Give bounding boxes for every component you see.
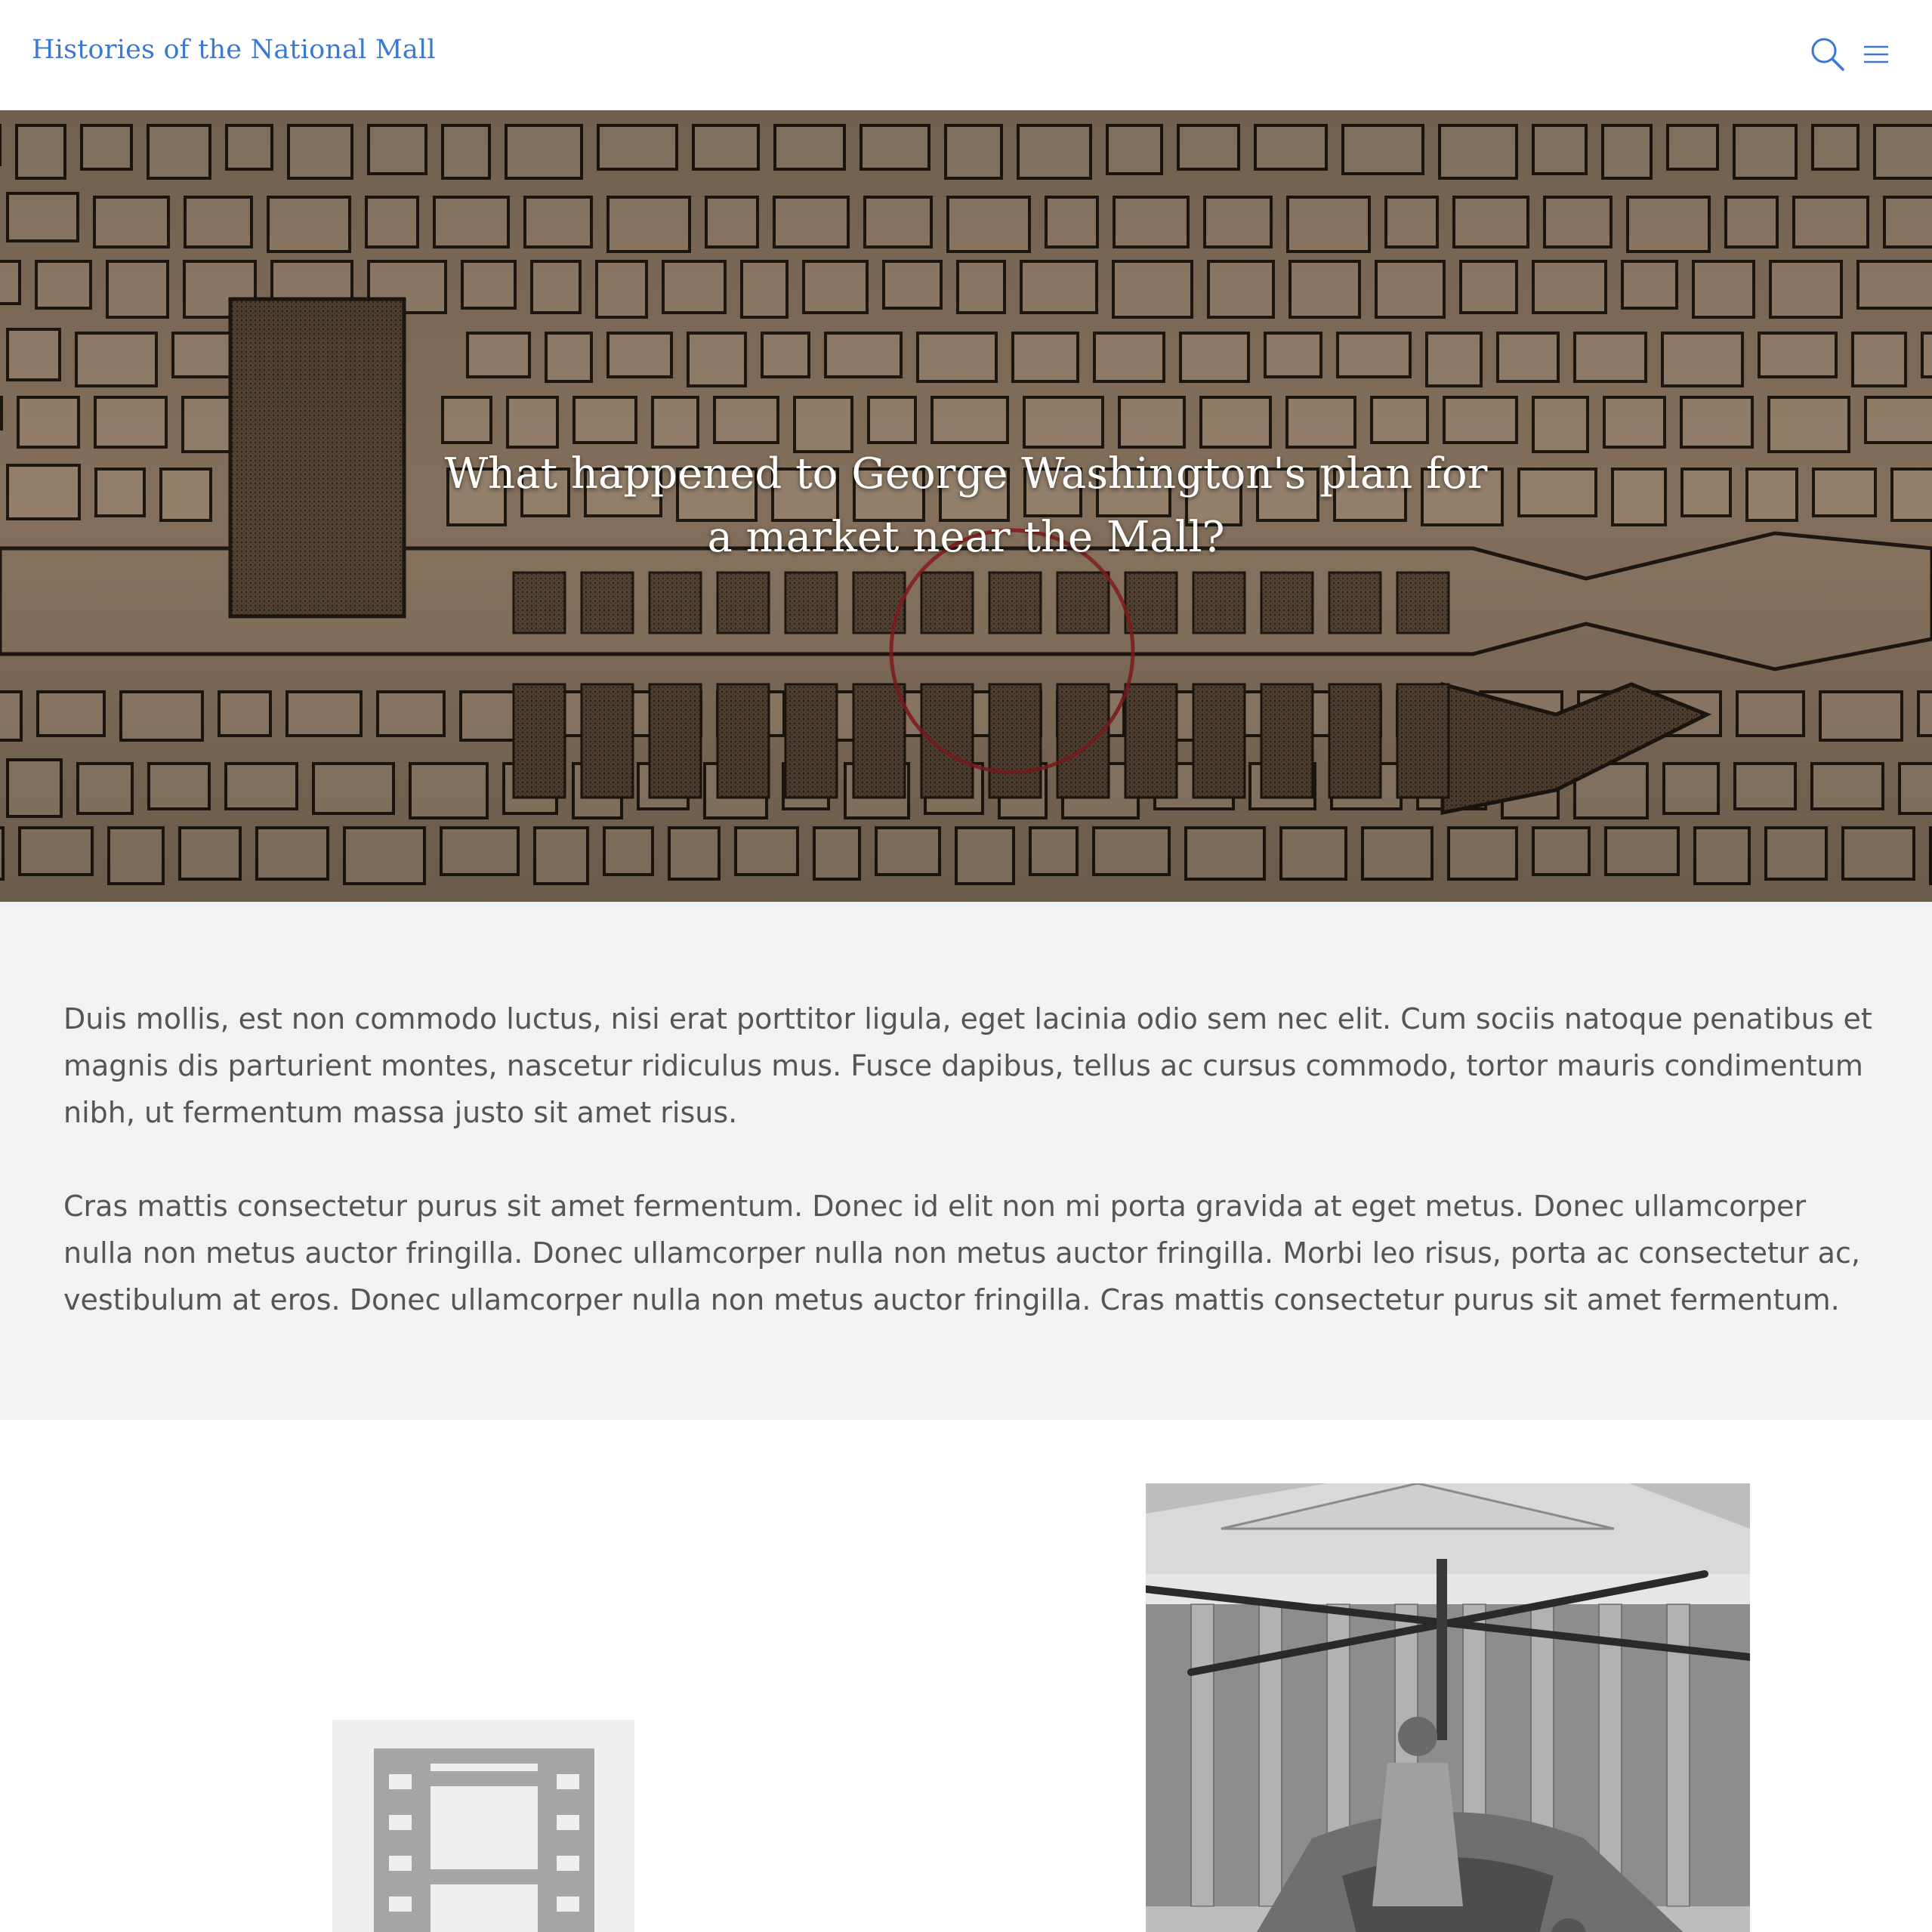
top-navigation-bar: Histories of the National Mall: [0, 0, 1932, 111]
film-strip-icon: [374, 1748, 594, 1932]
search-button[interactable]: [1808, 35, 1847, 74]
hero-title: What happened to George Washington's pla…: [444, 449, 1488, 562]
hamburger-menu-icon: [1864, 45, 1888, 63]
menu-button[interactable]: [1856, 35, 1896, 74]
video-thumbnail[interactable]: [332, 1720, 634, 1932]
hero-banner: What happened to George Washington's pla…: [0, 110, 1932, 902]
search-icon: [1811, 38, 1844, 71]
intro-paragraph-2: Cras mattis consectetur purus sit amet f…: [63, 1190, 1860, 1316]
media-section: [0, 1420, 1932, 1932]
site-title-link[interactable]: Histories of the National Mall: [32, 35, 436, 65]
intro-paragraph-1: Duis mollis, est non commodo luctus, nis…: [63, 1002, 1872, 1129]
intro-section: Duis mollis, est non commodo luctus, nis…: [0, 902, 1932, 1420]
autogiro-photo-image: [1146, 1483, 1750, 1932]
archival-photo[interactable]: [1146, 1483, 1750, 1932]
